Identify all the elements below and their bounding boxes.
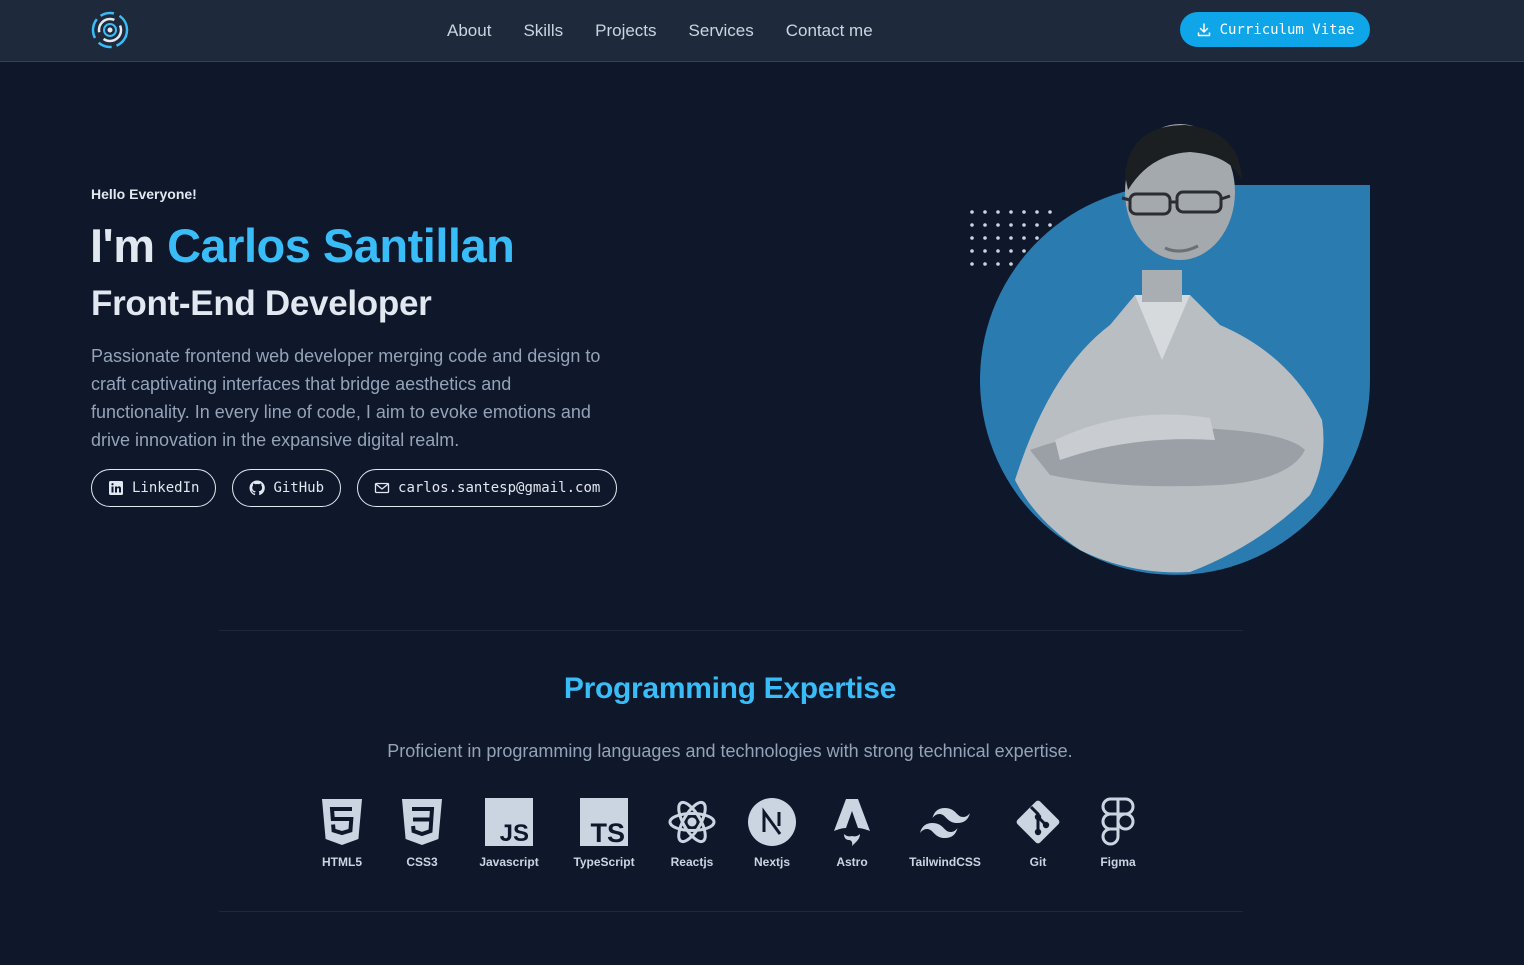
typescript-icon: TS [580,798,628,846]
git-icon [1016,800,1060,844]
name-accent: Carlos Santillan [167,219,515,272]
tech-label: Reactjs [670,855,714,869]
svg-text:TS: TS [590,818,625,846]
cv-download-button[interactable]: Curriculum Vitae [1180,12,1370,47]
css3-icon [402,799,442,845]
cv-button-label: Curriculum Vitae [1219,21,1355,38]
linkedin-button[interactable]: LinkedIn [91,469,217,507]
section-divider-bottom [219,911,1243,912]
mail-icon [374,482,390,494]
download-icon [1197,22,1210,36]
tech-list: HTML5 CSS3 JS Javascript TS TypeScript R… [300,797,1156,869]
nav-about[interactable]: About [431,21,507,41]
tech-item-figma: Figma [1080,797,1156,869]
tech-item-react: Reactjs [650,797,734,869]
tech-label: Javascript [479,855,539,869]
hero-description: Passionate frontend web developer mergin… [91,346,601,450]
tech-item-astro: Astro [810,797,894,869]
social-links: LinkedIn GitHub carlos.santesp@gmail.com [91,469,618,507]
tech-label: Git [1029,855,1047,869]
main-nav: About Skills Projects Services Contact m… [431,0,889,62]
tech-item-javascript: JS Javascript [460,797,558,869]
github-button[interactable]: GitHub [232,469,342,507]
hero-role: Front-End Developer [91,284,432,323]
linkedin-label: LinkedIn [132,480,200,496]
tailwind-icon [920,808,970,838]
skills-title: Programming Expertise [563,672,897,705]
hero-name: I'm Carlos Santillan [90,218,515,273]
tech-label: Nextjs [753,855,791,869]
tech-label: TailwindCSS [909,855,981,869]
figma-icon [1101,797,1135,846]
svg-text:JS: JS [500,820,529,846]
name-prefix: I'm [90,219,168,272]
nav-contact[interactable]: Contact me [770,21,889,41]
astro-icon [834,799,870,846]
tech-item-css3: CSS3 [384,797,460,869]
tech-item-git: Git [996,797,1080,869]
nextjs-icon [748,798,796,846]
nav-projects[interactable]: Projects [579,21,672,41]
tech-item-nextjs: Nextjs [734,797,810,869]
nav-skills[interactable]: Skills [507,21,579,41]
javascript-icon: JS [485,798,533,846]
skills-subtitle: Proficient in programming languages and … [387,741,1073,761]
site-header: About Skills Projects Services Contact m… [0,0,1524,62]
html5-icon [322,799,362,845]
tech-item-tailwind: TailwindCSS [894,797,996,869]
section-divider-top [219,630,1243,631]
nav-services[interactable]: Services [673,21,770,41]
github-icon [249,480,266,496]
tech-item-html5: HTML5 [300,797,384,869]
linkedin-icon [109,481,123,495]
github-label: GitHub [273,480,325,496]
react-icon [668,800,716,844]
tech-label: HTML5 [322,855,362,869]
tech-label: TypeScript [573,855,635,869]
tech-label: CSS3 [406,855,438,869]
tech-label: Astro [836,855,868,869]
email-label: carlos.santesp@gmail.com [398,480,601,496]
profile-photo [970,124,1370,575]
email-button[interactable]: carlos.santesp@gmail.com [357,469,618,507]
logo-icon[interactable] [90,10,130,50]
tech-item-typescript: TS TypeScript [558,797,650,869]
greeting: Hello Everyone! [91,186,197,202]
tech-label: Figma [1100,855,1136,869]
